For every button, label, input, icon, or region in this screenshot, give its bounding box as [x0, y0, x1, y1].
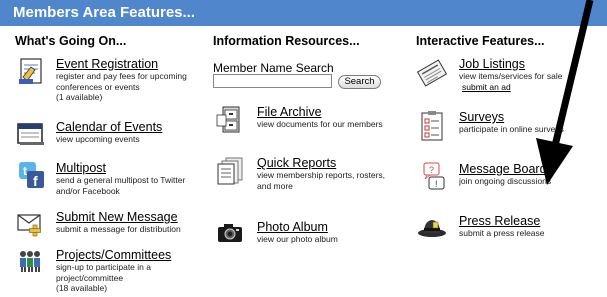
report-icon: [213, 156, 247, 191]
message-boards-desc: join ongoing discussions: [459, 176, 552, 186]
survey-icon: [415, 110, 449, 149]
member-name-search-input[interactable]: [213, 74, 332, 88]
message-envelope-icon: [13, 210, 47, 243]
projects-committees-desc-2: project/committee: [56, 272, 124, 283]
surveys-link[interactable]: Surveys: [459, 110, 564, 124]
camera-icon: [213, 220, 247, 251]
file-cabinet-icon: [213, 105, 247, 140]
newspaper-icon: [415, 57, 449, 94]
quick-reports-desc-2: and more: [257, 180, 293, 191]
projects-committees-link[interactable]: Projects/Committees: [56, 248, 171, 262]
column-heading-interactive-features: Interactive Features...: [416, 34, 545, 48]
svg-text:?: ?: [429, 165, 434, 175]
member-search-button[interactable]: Search: [338, 75, 381, 89]
file-archive-link[interactable]: File Archive: [257, 105, 383, 119]
submit-new-message-link[interactable]: Submit New Message: [56, 210, 181, 224]
photo-album-desc: view our photo album: [257, 234, 338, 244]
column-heading-information-resources: Information Resources...: [213, 34, 360, 48]
surveys-desc: participate in online surveys: [459, 124, 564, 134]
event-registration-desc-2: conferences or events: [56, 81, 140, 92]
file-archive-desc: view documents for our members: [257, 119, 383, 129]
calendar-of-events-link[interactable]: Calendar of Events: [56, 120, 162, 134]
press-release-link[interactable]: Press Release: [459, 214, 545, 228]
event-registration-count: (1 available): [56, 92, 103, 102]
features-header-bar: Members Area Features...: [0, 0, 607, 26]
job-listings-desc: view items/services for sale: [459, 71, 563, 81]
calendar-of-events-desc: view upcoming events: [56, 134, 140, 144]
svg-text:!: !: [435, 179, 438, 189]
people-icon: [13, 248, 47, 281]
multipost-desc-2: and/or Facebook: [56, 185, 120, 196]
svg-text:t: t: [23, 164, 27, 178]
job-listings-link[interactable]: Job Listings: [459, 57, 562, 71]
speech-bubbles-icon: ? !: [415, 162, 449, 199]
message-boards-link[interactable]: Message Boards: [459, 162, 553, 176]
calendar-icon: [13, 120, 47, 153]
multipost-link[interactable]: Multipost: [56, 161, 185, 175]
photo-album-link[interactable]: Photo Album: [257, 220, 338, 234]
submit-an-ad-link[interactable]: submit an ad: [462, 82, 562, 93]
event-registration-link[interactable]: Event Registration: [56, 57, 187, 71]
press-release-desc: submit a press release: [459, 228, 545, 238]
quick-reports-desc-1: view membership reports, rosters,: [257, 170, 386, 180]
column-heading-whats-going-on: What's Going On...: [15, 34, 127, 48]
registration-icon: [13, 57, 47, 92]
multipost-desc-1: send a general multipost to Twitter: [56, 175, 186, 185]
submit-new-message-desc: submit a message for distribution: [56, 224, 181, 234]
projects-committees-count: (18 available): [56, 283, 108, 293]
press-hat-icon: [415, 214, 449, 247]
event-registration-desc-1: register and pay fees for upcoming: [56, 71, 187, 81]
twitter-facebook-icon: t f: [13, 161, 47, 196]
features-header-title: Members Area Features...: [13, 4, 196, 21]
member-name-search-label: Member Name Search: [213, 61, 334, 75]
quick-reports-link[interactable]: Quick Reports: [257, 156, 385, 170]
svg-text:f: f: [33, 173, 38, 189]
projects-committees-desc-1: sign-up to participate in a: [56, 262, 151, 272]
